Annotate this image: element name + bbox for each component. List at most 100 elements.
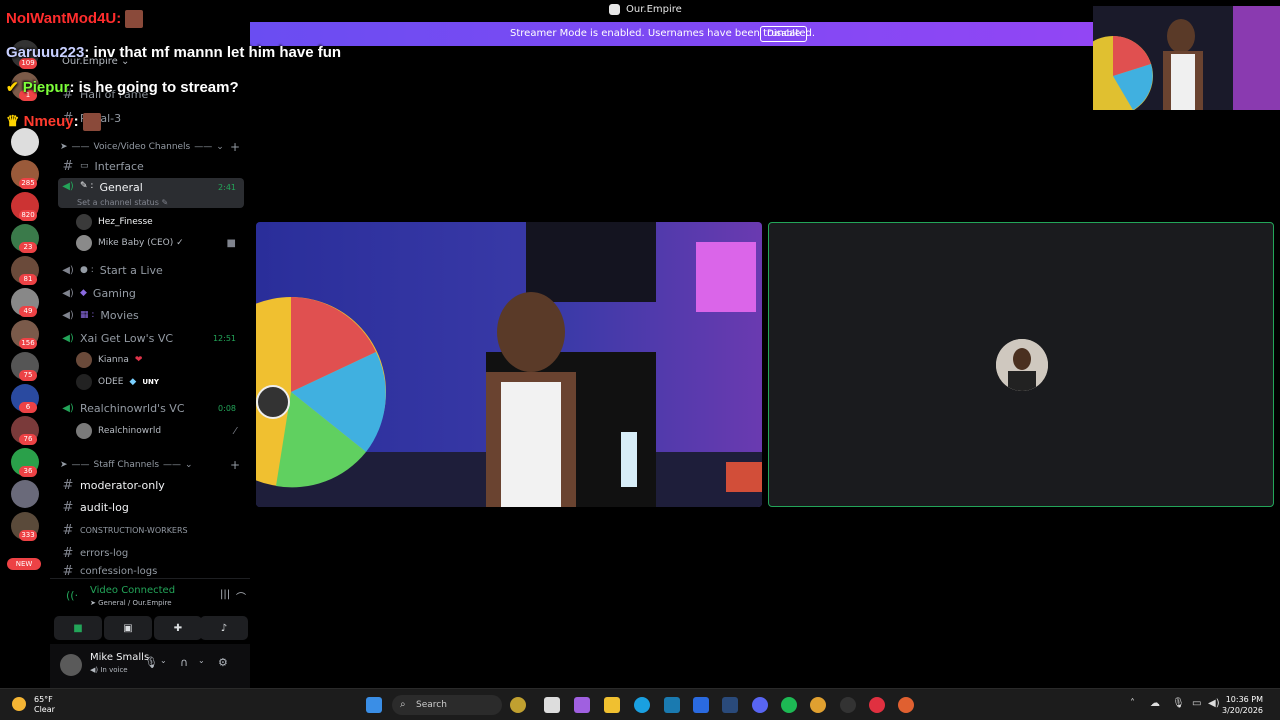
- user-status: ◀) In voice: [90, 666, 128, 674]
- chevron-up-icon[interactable]: ˄: [1130, 698, 1135, 709]
- voice-member[interactable]: Mike Baby (CEO) ✓ ■: [76, 233, 246, 253]
- server-icon[interactable]: 81: [11, 256, 39, 285]
- category-label: Voice/Video Channels: [93, 142, 191, 152]
- voice-member[interactable]: Kianna ❤: [76, 350, 246, 370]
- voice-location: ➤ General / Our.Empire: [90, 599, 172, 607]
- channel-start-a-live[interactable]: ◀) ● : Start a Live: [58, 260, 244, 280]
- server-icon[interactable]: 285: [11, 160, 39, 189]
- app-icon[interactable]: [869, 697, 885, 713]
- taskbar-search[interactable]: ⌕ Search: [392, 695, 502, 715]
- server-badge: 23: [19, 242, 37, 253]
- chat-text: is he going to stream?: [78, 79, 239, 96]
- monitor-icon: ▭: [80, 161, 89, 171]
- heart-icon: ❤: [134, 355, 143, 365]
- channel-confession-logs[interactable]: # confession-logs: [58, 565, 244, 577]
- mic-icon[interactable]: 🎙: [1172, 698, 1185, 709]
- video-tile-participant[interactable]: [768, 222, 1274, 507]
- file-explorer-icon[interactable]: [604, 697, 620, 713]
- channel-label: Start a Live: [99, 263, 163, 277]
- weather-icon[interactable]: [12, 697, 26, 711]
- avatar[interactable]: [60, 654, 82, 676]
- mic-muted-icon: ⁄: [234, 425, 236, 437]
- server-icon[interactable]: 23: [11, 224, 39, 253]
- spotify-icon[interactable]: [781, 697, 797, 713]
- channel-movies[interactable]: ◀) ▦ : Movies: [58, 305, 244, 325]
- gem-icon: ◆: [129, 377, 137, 387]
- user-name[interactable]: Mike Smalls: [90, 652, 149, 663]
- channel-construction-workers[interactable]: # CONSTRUCTION-WORKERS: [58, 520, 244, 540]
- channel-audit-log[interactable]: # audit-log: [58, 497, 244, 517]
- new-servers-badge[interactable]: NEW: [7, 558, 41, 570]
- avatar: [76, 374, 92, 390]
- volume-icon[interactable]: ◀): [1208, 698, 1220, 709]
- voice-member[interactable]: Hez_Finesse: [76, 212, 246, 232]
- video-tile-stream[interactable]: [256, 222, 762, 507]
- user-panel: Mike Smalls ◀) In voice 🎙 ⌄ ∩ ⌄ ⚙: [50, 644, 250, 688]
- clock-time: 10:36 PM: [1225, 695, 1264, 704]
- voice-status[interactable]: Video Connected: [90, 585, 175, 596]
- app-icon[interactable]: [722, 697, 738, 713]
- activities-button[interactable]: ✚: [154, 616, 202, 640]
- microphone-icon[interactable]: 🎙: [144, 656, 158, 669]
- store-icon[interactable]: [664, 697, 680, 713]
- disconnect-icon[interactable]: ⌒: [236, 589, 246, 604]
- server-icon[interactable]: 36: [11, 448, 39, 477]
- weather-temp: 65°F: [34, 695, 53, 704]
- server-badge: 76: [19, 434, 37, 445]
- channel-errors-log[interactable]: # errors-log: [58, 543, 244, 563]
- taskbar-clock[interactable]: 10:36 PM 3/20/2026: [1222, 694, 1263, 716]
- disable-streamer-mode-button[interactable]: Disable: [760, 26, 808, 42]
- server-icon[interactable]: 49: [11, 288, 39, 317]
- channel-timer: 12:51: [212, 333, 236, 343]
- speaker-icon: ◀): [62, 403, 74, 414]
- server-icon[interactable]: [11, 480, 39, 508]
- dropbox-icon[interactable]: [693, 697, 709, 713]
- server-icon[interactable]: 6: [11, 384, 39, 413]
- activities-icon: ✚: [173, 622, 183, 634]
- display-icon[interactable]: ▭: [1192, 698, 1201, 709]
- windows-start-icon[interactable]: [366, 697, 382, 713]
- widgets-icon[interactable]: [510, 697, 526, 713]
- channel-realchinowrld-vc[interactable]: ◀) Realchinowrld's VC 0:08: [58, 398, 244, 418]
- chevron-down-icon[interactable]: ⌄: [198, 656, 205, 665]
- signal-icon[interactable]: ((·: [66, 589, 78, 602]
- headphones-icon[interactable]: ∩: [180, 656, 188, 669]
- obs-icon[interactable]: [840, 697, 856, 713]
- edge-icon[interactable]: [634, 697, 650, 713]
- channel-status[interactable]: Set a channel status ✎: [77, 198, 168, 207]
- network-icon[interactable]: ☁: [1150, 698, 1160, 709]
- hash-icon: #: [62, 158, 74, 174]
- weather-widget[interactable]: 65°F Clear: [34, 695, 55, 715]
- task-view-icon[interactable]: [544, 697, 560, 713]
- chrome-profile-icon[interactable]: [898, 697, 914, 713]
- screen-share-button[interactable]: ▣: [104, 616, 152, 640]
- hash-icon: #: [62, 477, 74, 493]
- speaker-icon: ◀): [62, 181, 74, 192]
- channel-interface[interactable]: # ▭ Interface: [58, 156, 244, 176]
- chevron-down-icon[interactable]: ⌄: [160, 656, 167, 665]
- windows-taskbar: 65°F Clear ⌕ Search ˄ ☁ 🎙 ▭ ◀) 10:36 PM 3…: [0, 688, 1280, 720]
- channel-gaming[interactable]: ◀) ◆ Gaming: [58, 283, 244, 303]
- channel-moderator-only[interactable]: # moderator-only: [58, 475, 244, 495]
- add-channel-icon[interactable]: +: [230, 458, 240, 472]
- gear-icon[interactable]: ⚙: [218, 656, 228, 669]
- add-channel-icon[interactable]: +: [230, 140, 240, 154]
- chevron-right-icon: ➤: [60, 142, 68, 152]
- server-icon[interactable]: 75: [11, 352, 39, 381]
- copilot-icon[interactable]: [574, 697, 590, 713]
- voice-member[interactable]: Realchinowrld ⁄: [76, 421, 246, 441]
- server-icon[interactable]: [11, 128, 39, 156]
- server-icon[interactable]: 333: [11, 512, 39, 541]
- noise-suppression-icon[interactable]: |||: [220, 589, 230, 600]
- category-staff[interactable]: ➤ —— Staff Channels —— ⌄ +: [60, 458, 240, 472]
- voice-member[interactable]: ODEE ◆ UNY: [76, 372, 246, 392]
- server-icon[interactable]: 156: [11, 320, 39, 349]
- video-camera-button[interactable]: ■: [54, 616, 102, 640]
- server-icon[interactable]: 76: [11, 416, 39, 445]
- chrome-icon[interactable]: [810, 697, 826, 713]
- category-voice-video[interactable]: ➤ —— Voice/Video Channels —— ⌄ +: [60, 140, 240, 154]
- server-icon[interactable]: 820: [11, 192, 39, 221]
- channel-xai-get-lows-vc[interactable]: ◀) Xai Get Low's VC 12:51: [58, 328, 244, 348]
- soundboard-button[interactable]: ♪: [200, 616, 248, 640]
- discord-taskbar-icon[interactable]: [752, 697, 768, 713]
